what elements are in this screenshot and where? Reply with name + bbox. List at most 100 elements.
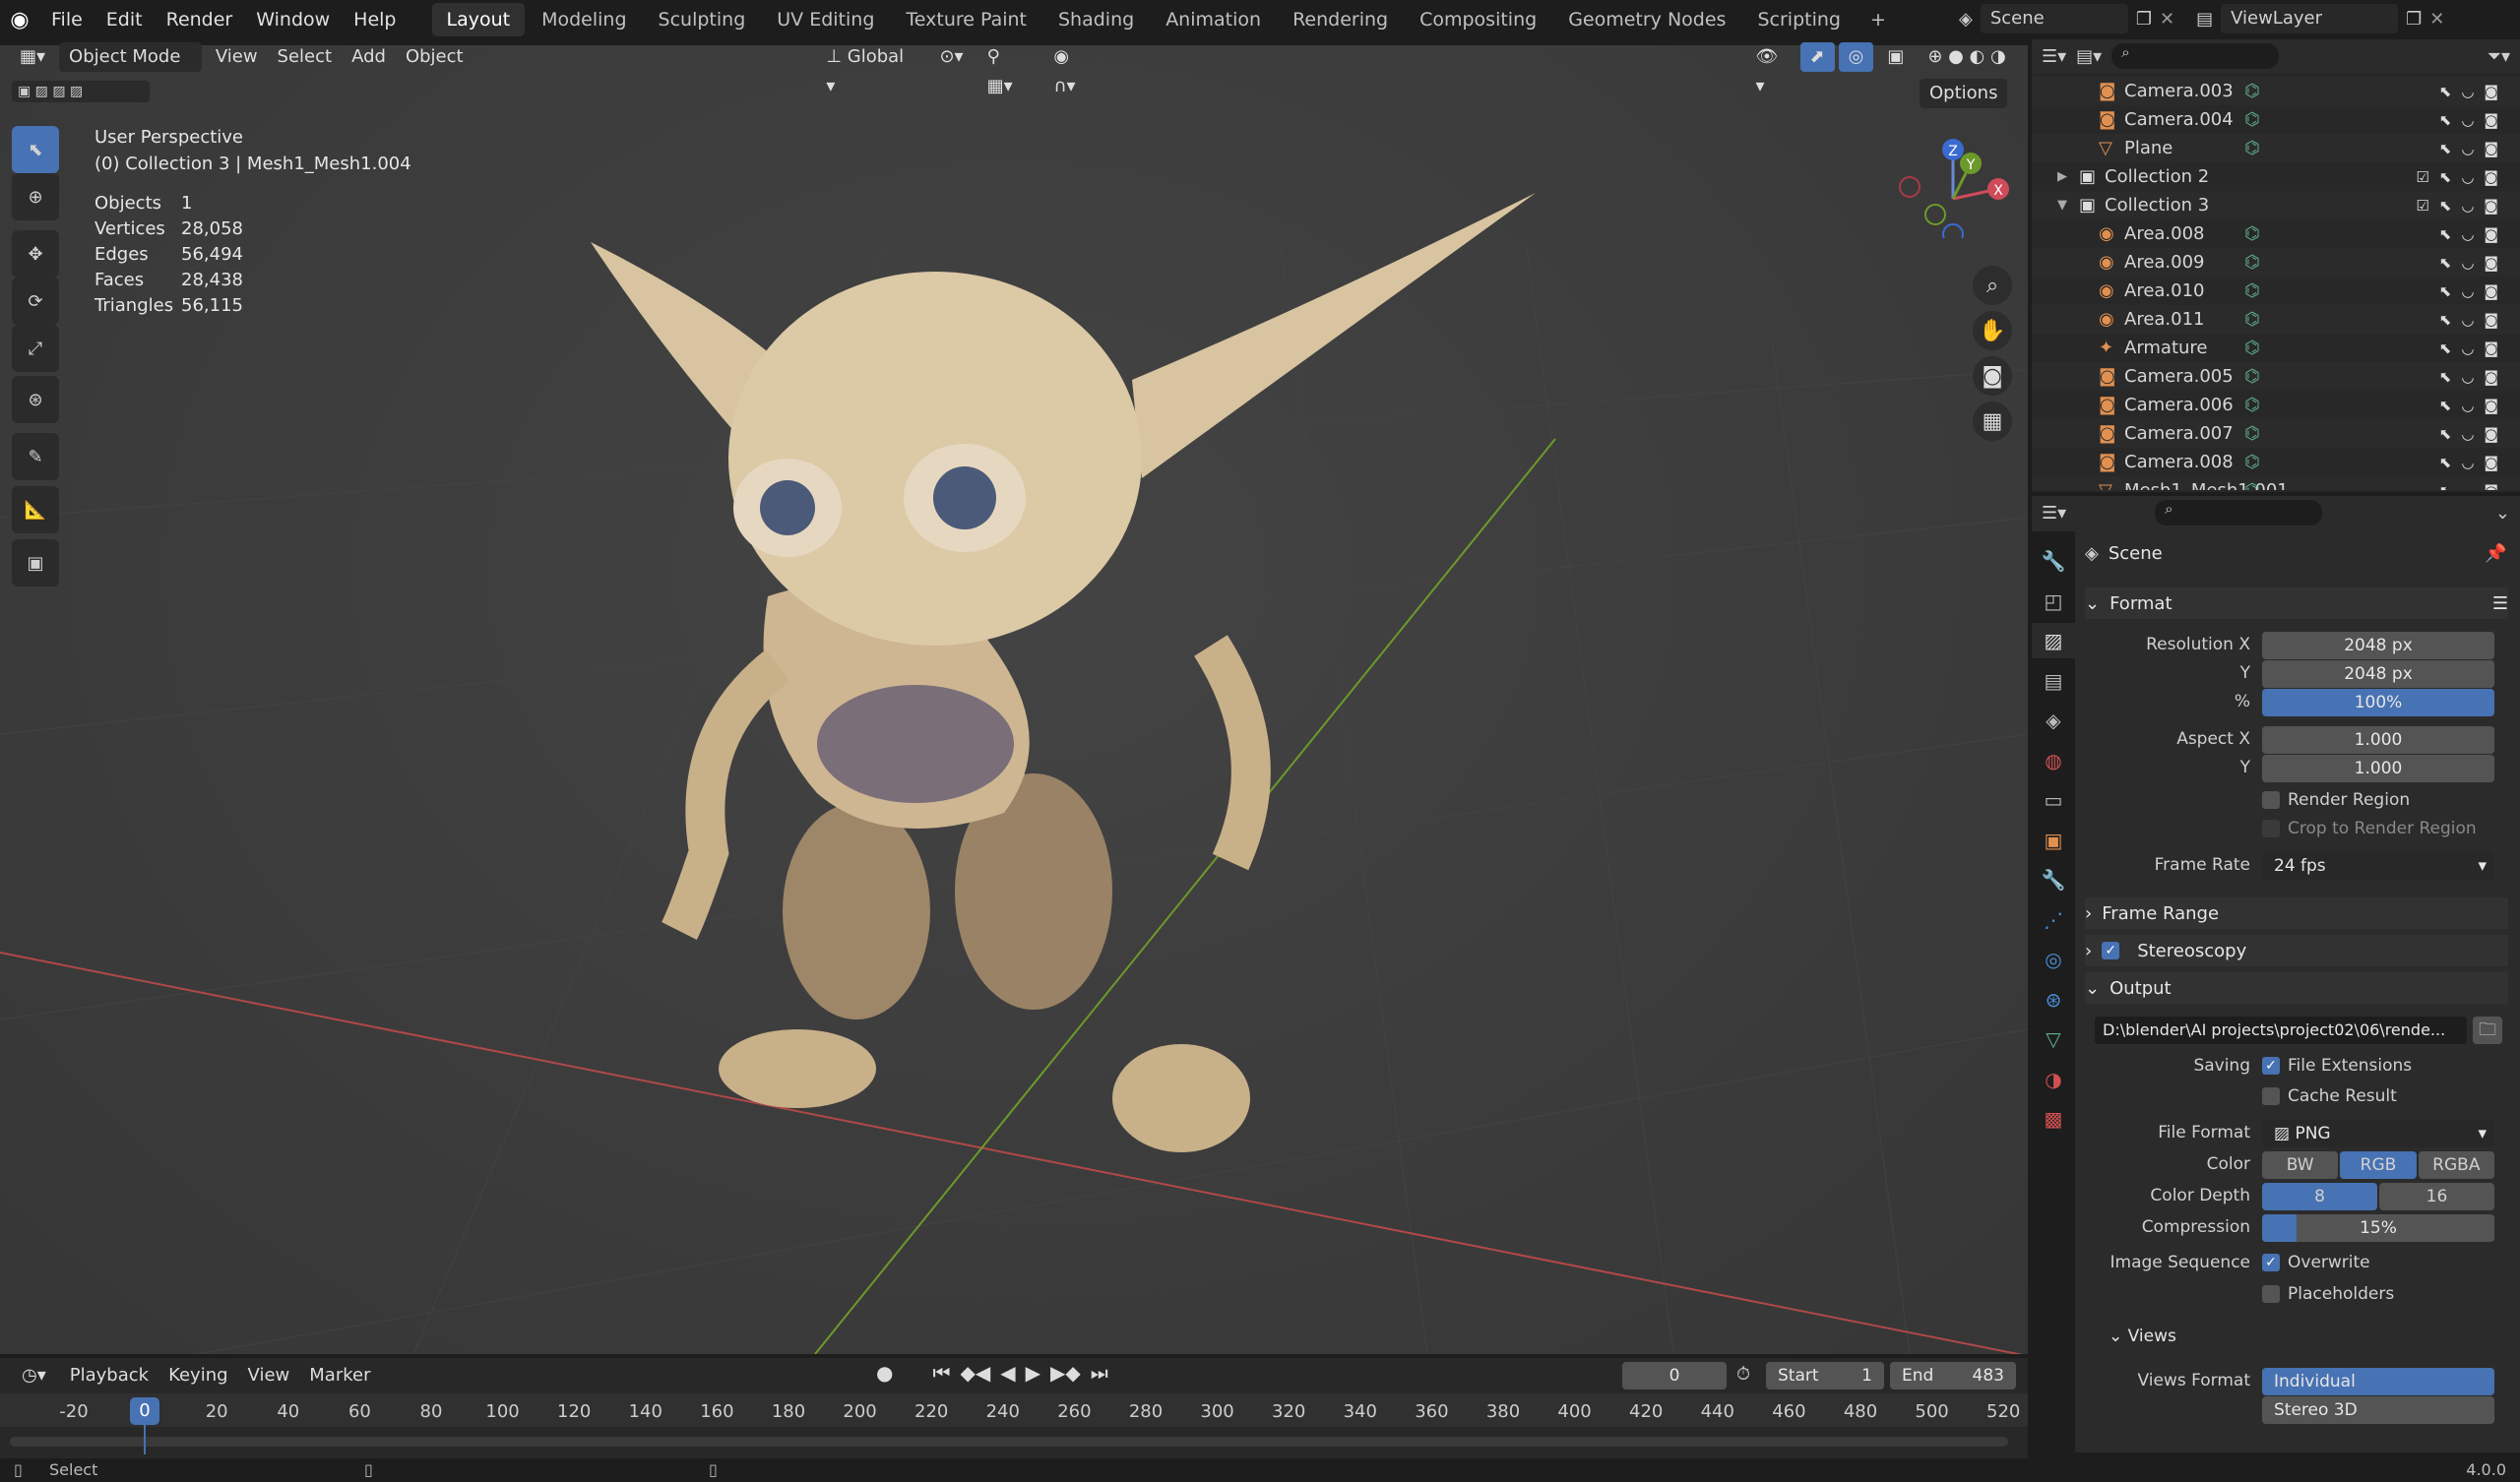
views-subpanel-header[interactable]: ⌄ Views	[2109, 1327, 2176, 1346]
tab-modeling[interactable]: Modeling	[527, 3, 641, 36]
outliner-type-icon[interactable]: ☰▾	[2042, 46, 2066, 67]
snap-icon[interactable]: ⚲ ▦▾	[977, 42, 1040, 96]
folder-icon[interactable]: 🗀	[2473, 1017, 2502, 1044]
prev-keyframe-icon[interactable]: ◆◀	[960, 1361, 990, 1385]
outliner-row[interactable]: ◉ Area.009 ⬉◡◙ ⌬	[2032, 248, 2520, 277]
views-format-stereo3d[interactable]: Stereo 3D	[2262, 1396, 2494, 1424]
add-workspace-button[interactable]: +	[1856, 3, 1901, 36]
frame-rate-dropdown[interactable]: 24 fps ▾	[2262, 852, 2494, 880]
overlay-toggle-icon[interactable]: ◎	[1838, 42, 1874, 72]
new-scene-icon[interactable]: ❐	[2136, 9, 2152, 30]
current-frame-field[interactable]: 0	[1622, 1362, 1727, 1389]
outliner-row[interactable]: ◙ Camera.003 ⬉◡◙ ⌬	[2032, 77, 2520, 105]
proportional-edit-icon[interactable]: ◉ ∩▾	[1043, 42, 1104, 96]
jump-end-icon[interactable]: ⏭	[1091, 1361, 1108, 1385]
color-rgb-button[interactable]: RGB	[2340, 1151, 2417, 1179]
viewport-menu-select[interactable]: Select	[268, 42, 343, 72]
xray-icon[interactable]: ▣	[1877, 42, 1914, 72]
start-frame-field[interactable]: Start 1	[1766, 1362, 1884, 1389]
outliner-row[interactable]: ◙ Camera.006 ⬉◡◙ ⌬	[2032, 391, 2520, 419]
mode-selector[interactable]: Object Mode ▾	[59, 42, 202, 96]
timeline-menu-keying[interactable]: Keying	[158, 1361, 237, 1390]
tab-geometry-nodes[interactable]: Geometry Nodes	[1553, 3, 1740, 36]
viewport-menu-object[interactable]: Object	[396, 42, 473, 72]
scene-icon[interactable]: ◈	[1959, 9, 1973, 30]
menu-edit[interactable]: Edit	[94, 4, 155, 35]
timeline-menu-view[interactable]: View	[238, 1361, 300, 1390]
resolution-percent-field[interactable]: 100%	[2262, 689, 2494, 716]
outliner-row[interactable]: ▽ Mesh1_Mesh1.001 ⬉◡◙ ⌬	[2032, 476, 2520, 490]
selection-mode-icons[interactable]: ▣ ▨ ▨ ▨	[12, 81, 150, 102]
scale-icon[interactable]: ⤢	[12, 325, 59, 372]
outliner-row[interactable]: ▼ ▣ Collection 3 ☑⬉◡◙	[2032, 191, 2520, 219]
record-icon[interactable]: ●	[876, 1361, 893, 1385]
select-box-icon[interactable]: ⬉	[12, 126, 59, 173]
render-tab-icon[interactable]: ◰	[2032, 584, 2075, 619]
viewport-menu-add[interactable]: Add	[342, 42, 396, 72]
add-cube-icon[interactable]: ▣	[12, 539, 59, 587]
outliner-row[interactable]: ◉ Area.011 ⬉◡◙ ⌬	[2032, 305, 2520, 334]
measure-icon[interactable]: 📐	[12, 486, 59, 533]
editor-type-icon[interactable]: ▦▾	[10, 42, 55, 72]
pivot-icon[interactable]: ⊙▾	[929, 42, 973, 72]
timeline-menu-playback[interactable]: Playback	[60, 1361, 158, 1390]
transform-orientation[interactable]: ⊥ Global ▾	[816, 42, 925, 96]
tab-layout[interactable]: Layout	[431, 3, 526, 36]
play-reverse-icon[interactable]: ◀	[1000, 1361, 1015, 1385]
presets-icon[interactable]: ☰	[2492, 593, 2508, 614]
new-view-layer-icon[interactable]: ❐	[2406, 9, 2422, 30]
transform-icon[interactable]: ⊛	[12, 376, 59, 423]
placeholders-checkbox[interactable]: Placeholders	[2262, 1284, 2394, 1304]
rotate-icon[interactable]: ⟳	[12, 278, 59, 325]
file-extensions-checkbox[interactable]: ✓ File Extensions	[2262, 1056, 2412, 1076]
outliner-row[interactable]: ◉ Area.010 ⬉◡◙ ⌬	[2032, 277, 2520, 305]
annotate-icon[interactable]: ✎	[12, 433, 59, 480]
blender-logo-icon[interactable]: ◉	[0, 8, 39, 32]
output-panel-header[interactable]: ⌄ Output	[2085, 972, 2508, 1004]
camera-view-icon[interactable]: ◙	[1973, 356, 2012, 396]
format-panel-header[interactable]: ⌄ Format ☰	[2085, 587, 2508, 619]
pan-hand-icon[interactable]: ✋	[1973, 311, 2012, 350]
tool-tab-icon[interactable]: 🔧	[2032, 543, 2075, 579]
properties-search-input[interactable]: ⌕	[2155, 500, 2323, 525]
outliner-row[interactable]: ◙ Camera.007 ⬉◡◙ ⌬	[2032, 419, 2520, 448]
tab-compositing[interactable]: Compositing	[1405, 3, 1551, 36]
modifier-tab-icon[interactable]: 🔧	[2032, 862, 2075, 897]
outliner-row[interactable]: ◉ Area.008 ⬉◡◙ ⌬	[2032, 219, 2520, 248]
collapse-icon[interactable]: ⌄	[2495, 503, 2510, 524]
jump-start-icon[interactable]: ⏮	[932, 1361, 950, 1385]
menu-file[interactable]: File	[39, 4, 94, 35]
menu-window[interactable]: Window	[244, 4, 342, 35]
perspective-toggle-icon[interactable]: ▦	[1973, 401, 2012, 441]
pin-icon[interactable]: 📌	[2485, 543, 2506, 564]
view-layer-selector[interactable]: ViewLayer	[2221, 4, 2399, 33]
scene-selector[interactable]: Scene	[1980, 4, 2128, 33]
cache-result-checkbox[interactable]: Cache Result	[2262, 1086, 2397, 1106]
tab-scripting[interactable]: Scripting	[1742, 3, 1856, 36]
gizmo-toggle-icon[interactable]: ⬈	[1799, 42, 1835, 72]
output-tab-icon[interactable]: ▨	[2032, 623, 2075, 658]
outliner-search-input[interactable]: ⌕	[2111, 43, 2280, 69]
tab-animation[interactable]: Animation	[1151, 3, 1276, 36]
aspect-y-field[interactable]: 1.000	[2262, 755, 2494, 782]
viewport-menu-view[interactable]: View	[206, 42, 268, 72]
aspect-x-field[interactable]: 1.000	[2262, 726, 2494, 754]
overwrite-checkbox[interactable]: ✓ Overwrite	[2262, 1253, 2370, 1272]
view-layer-icon[interactable]: ▤	[2196, 9, 2213, 30]
color-bw-button[interactable]: BW	[2262, 1151, 2339, 1179]
output-path-field[interactable]: D:\blender\AI projects\project02\06\rend…	[2095, 1017, 2467, 1044]
cursor-icon[interactable]: ⊕	[12, 173, 59, 220]
timeline-editor-icon[interactable]: ◷▾	[12, 1361, 56, 1390]
tab-sculpting[interactable]: Sculpting	[644, 3, 761, 36]
outliner-row[interactable]: ▽ Plane ⬉◡◙ ⌬	[2032, 134, 2520, 162]
3d-viewport[interactable]: User Perspective (0) Collection 3 | Mesh…	[0, 45, 2028, 1354]
options-button[interactable]: Options	[1920, 79, 2008, 108]
tab-rendering[interactable]: Rendering	[1278, 3, 1403, 36]
timeline-scrollbar[interactable]	[10, 1437, 2008, 1447]
display-mode-icon[interactable]: ▤▾	[2076, 46, 2102, 67]
outliner-row[interactable]: ▶ ▣ Collection 2 ☑⬉◡◙	[2032, 162, 2520, 191]
play-icon[interactable]: ▶	[1026, 1361, 1040, 1385]
resolution-x-field[interactable]: 2048 px	[2262, 632, 2494, 659]
outliner-row[interactable]: ◙ Camera.004 ⬉◡◙ ⌬	[2032, 105, 2520, 134]
shading-modes[interactable]: ⊕ ● ◐ ◑ ▾	[1918, 42, 2028, 96]
